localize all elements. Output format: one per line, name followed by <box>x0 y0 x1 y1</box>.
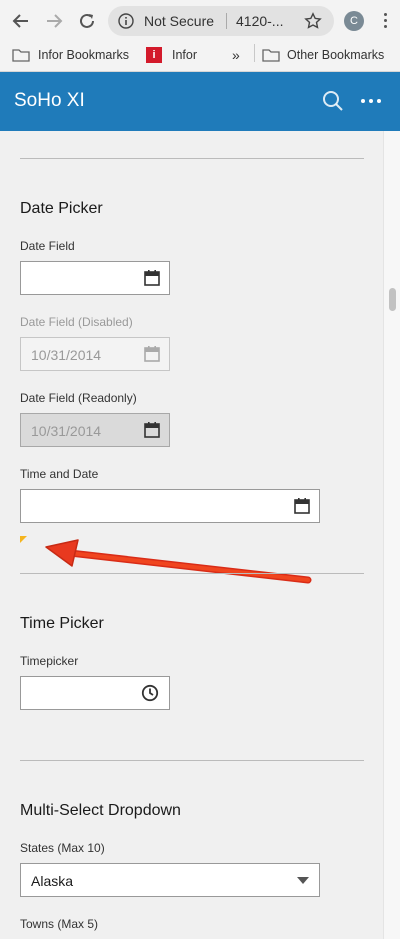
section-divider <box>20 158 364 159</box>
address-bar[interactable]: Not Secure 4120-... <box>108 6 334 36</box>
date-field-disabled-input: 10/31/2014 <box>20 337 170 371</box>
bookmark-other-bookmarks[interactable]: Other Bookmarks <box>262 44 384 66</box>
states-dropdown[interactable]: Alaska <box>20 863 320 897</box>
date-field-disabled-value: 10/31/2014 <box>31 347 102 363</box>
browser-menu-icon[interactable] <box>378 9 392 33</box>
time-and-date-label: Time and Date <box>20 467 99 481</box>
star-icon[interactable] <box>304 12 322 30</box>
browser-chrome: Not Secure 4120-... C Infor Bookmarks i … <box>0 0 400 72</box>
section-divider <box>20 760 364 761</box>
bookmark-infor[interactable]: i Infor <box>146 44 197 66</box>
scrollbar-thumb[interactable] <box>389 288 396 311</box>
calendar-icon[interactable] <box>143 269 161 287</box>
calendar-icon <box>144 346 160 362</box>
browser-toolbar: Not Secure 4120-... C <box>0 0 400 40</box>
chevron-down-icon <box>297 877 309 884</box>
bookmark-infor-bookmarks[interactable]: Infor Bookmarks <box>12 44 129 66</box>
bookmarks-overflow-button[interactable]: » <box>232 44 240 66</box>
bookmark-label: Infor <box>172 48 198 62</box>
date-field-input[interactable] <box>20 261 170 295</box>
towns-label: Towns (Max 5) <box>20 917 99 931</box>
profile-avatar[interactable]: C <box>344 11 364 31</box>
app-title: SoHo XI <box>14 90 85 111</box>
bookmarks-bar: Infor Bookmarks i Infor » Other Bookmark… <box>0 40 400 70</box>
reload-button[interactable] <box>74 8 100 34</box>
forward-button[interactable] <box>41 8 67 34</box>
forward-arrow-icon <box>47 14 63 28</box>
calendar-icon[interactable] <box>293 497 311 515</box>
folder-icon <box>262 49 280 62</box>
reload-icon <box>80 13 94 28</box>
date-field-readonly-value: 10/31/2014 <box>31 423 102 439</box>
bookmark-label: Infor Bookmarks <box>38 48 130 62</box>
more-options-icon[interactable] <box>358 88 384 114</box>
info-icon[interactable] <box>118 13 134 29</box>
search-icon[interactable] <box>320 88 346 114</box>
omnibox-separator <box>226 13 227 29</box>
folder-icon <box>12 49 30 62</box>
app-header: SoHo XI <box>0 72 400 131</box>
bookmark-label: Other Bookmarks <box>287 48 385 62</box>
date-field-readonly-input[interactable]: 10/31/2014 <box>20 413 170 447</box>
time-and-date-input[interactable] <box>20 489 320 523</box>
timepicker-input[interactable] <box>20 676 170 710</box>
time-picker-title: Time Picker <box>20 615 104 632</box>
security-label: Not Secure <box>144 13 215 29</box>
bookmarks-separator <box>254 44 255 62</box>
back-arrow-icon <box>12 14 28 28</box>
red-annotation-arrow-icon <box>45 539 312 584</box>
infor-logo-icon: i <box>146 47 162 63</box>
warning-corner-icon <box>20 536 27 543</box>
calendar-icon <box>144 422 160 438</box>
section-divider <box>20 573 364 574</box>
states-label: States (Max 10) <box>20 841 105 855</box>
multiselect-title: Multi-Select Dropdown <box>20 802 181 819</box>
timepicker-label: Timepicker <box>20 654 79 668</box>
clock-icon[interactable] <box>141 684 159 702</box>
states-selected-value: Alaska <box>31 873 74 889</box>
url-text[interactable]: 4120-... <box>236 13 283 29</box>
date-picker-title: Date Picker <box>20 200 103 217</box>
date-field-label: Date Field <box>20 239 75 253</box>
back-button[interactable] <box>8 8 34 34</box>
date-field-disabled-label: Date Field (Disabled) <box>20 315 133 329</box>
date-field-readonly-label: Date Field (Readonly) <box>20 391 137 405</box>
page-scrollbar[interactable] <box>383 131 400 939</box>
